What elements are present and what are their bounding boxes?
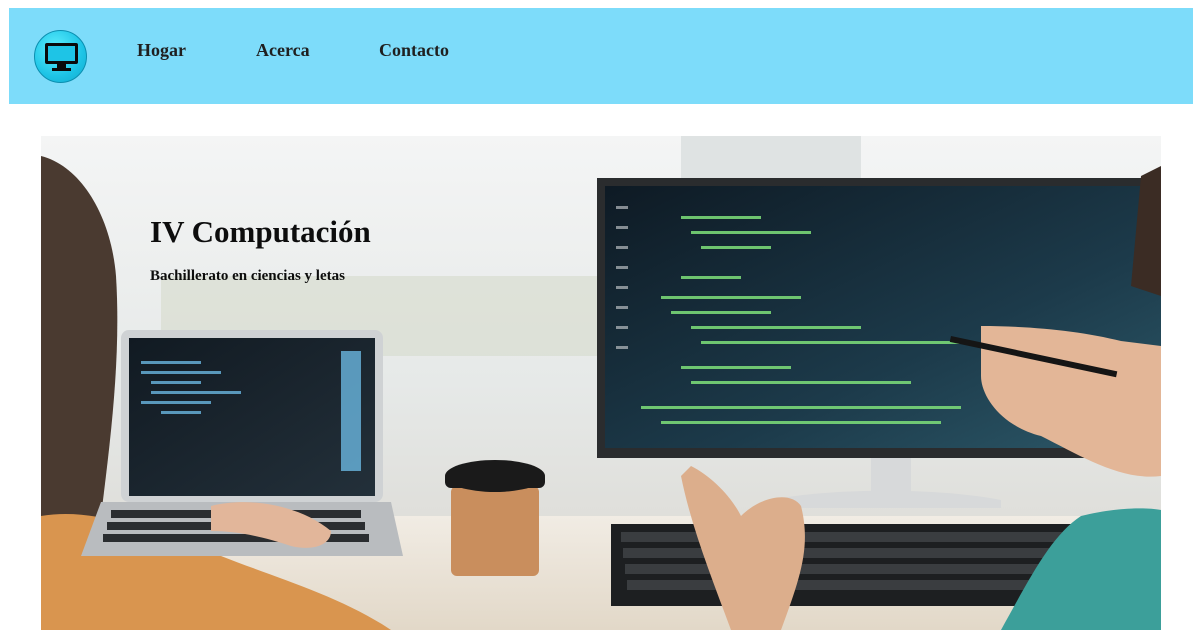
developers-photo: [41, 136, 1161, 630]
monitor-icon: [45, 43, 78, 71]
nav-link-home[interactable]: Hogar: [137, 40, 186, 61]
hero-banner: IV Computación Bachillerato en ciencias …: [41, 136, 1161, 630]
top-navbar: Hogar Acerca Contacto: [9, 8, 1193, 104]
nav-link-about[interactable]: Acerca: [256, 40, 310, 61]
hero-title: IV Computación: [150, 214, 371, 249]
hero-subtitle: Bachillerato en ciencias y letas: [150, 268, 345, 284]
site-logo[interactable]: [34, 30, 87, 83]
nav-link-contact[interactable]: Contacto: [379, 40, 449, 61]
